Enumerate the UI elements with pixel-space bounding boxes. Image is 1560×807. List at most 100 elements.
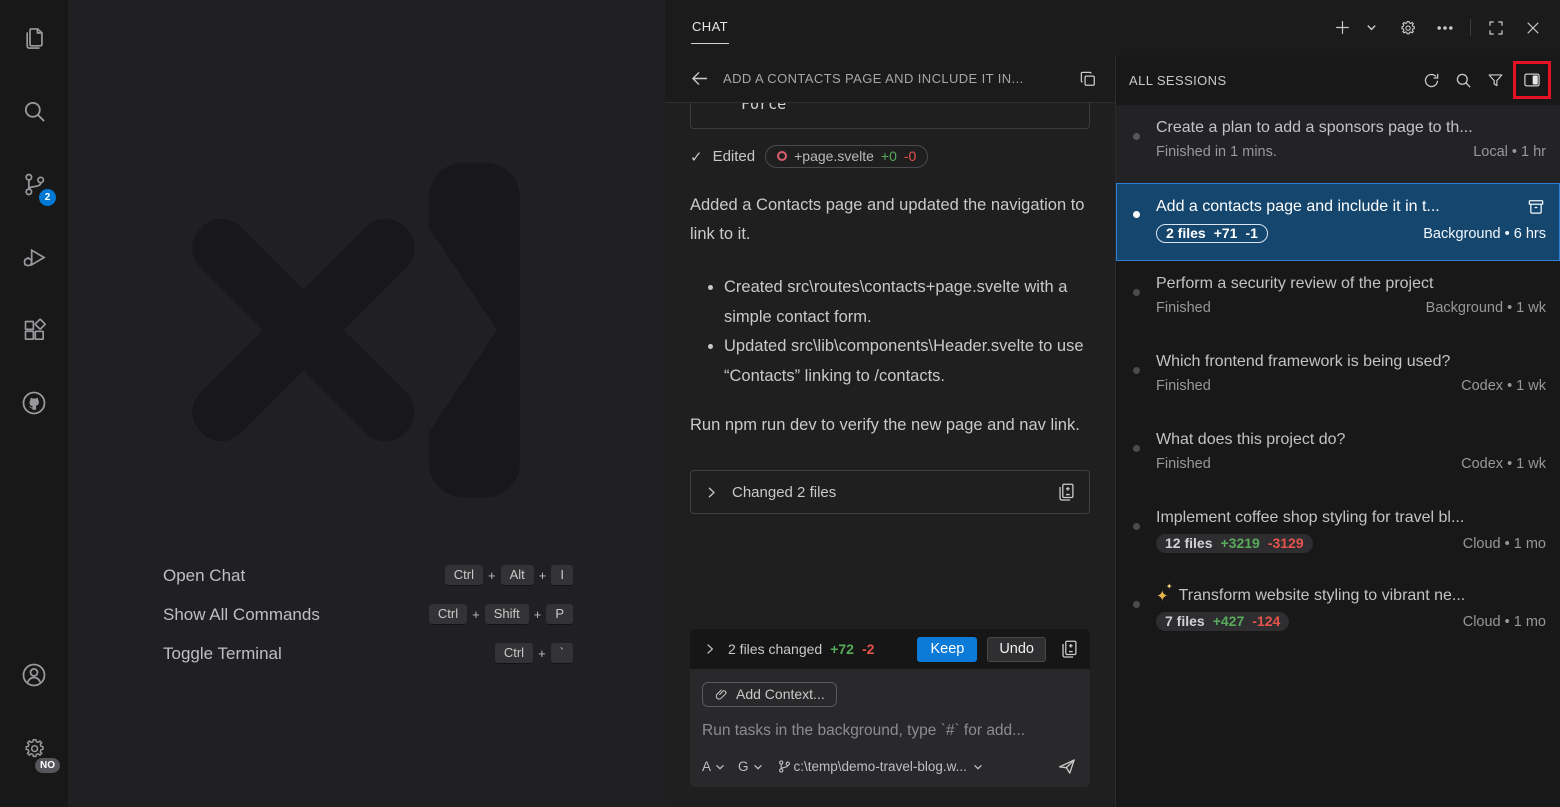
session-row[interactable]: Create a plan to add a sponsors page to …	[1116, 105, 1560, 183]
tab-chat[interactable]: CHAT	[691, 11, 729, 44]
editor-area: Open Chat Ctrl + Alt + I Show All Comman…	[68, 0, 665, 807]
key-chip: Ctrl	[445, 565, 483, 586]
shortcut-label: Show All Commands	[163, 605, 429, 625]
assistant-paragraph: Added a Contacts page and updated the na…	[690, 191, 1090, 249]
session-meta: Codex • 1 wk	[1461, 456, 1546, 472]
shortcut-label: Toggle Terminal	[163, 644, 495, 664]
chat-input-toolbar: A G c:\temp\demo-travel-bl	[702, 755, 1078, 778]
chat-input-field[interactable]: Run tasks in the background, type `#` fo…	[702, 722, 1078, 740]
mode-picker[interactable]: A	[702, 759, 726, 774]
session-status: Finished	[1156, 300, 1211, 316]
shortcut-row: Show All Commands Ctrl + Shift + P	[163, 595, 573, 634]
workspace-picker[interactable]: c:\temp\demo-travel-blog.w...	[777, 759, 984, 774]
shortcut-hints: Open Chat Ctrl + Alt + I Show All Comman…	[163, 556, 573, 673]
chat-settings-gear-icon[interactable]	[1396, 16, 1420, 40]
back-icon[interactable]	[689, 68, 710, 89]
session-status: Finished	[1156, 456, 1211, 472]
bullet-item: Updated src\lib\components\Header.svelte…	[724, 332, 1090, 391]
copy-session-icon[interactable]	[1078, 69, 1098, 89]
code-line: Force	[741, 103, 1077, 117]
chevron-down-icon	[972, 761, 984, 773]
refresh-icon[interactable]	[1418, 67, 1444, 93]
undo-button[interactable]: Undo	[987, 637, 1046, 662]
session-row[interactable]: What does this project do? Finished Code…	[1116, 417, 1560, 495]
pending-changes-label: 2 files changed	[728, 641, 822, 657]
settings-gear-icon[interactable]: NO	[10, 724, 58, 772]
bullet-item: Created src\routes\contacts+page.svelte …	[724, 273, 1090, 332]
session-title: Implement coffee shop styling for travel…	[1156, 509, 1546, 527]
chat-session-header: ADD A CONTACTS PAGE AND INCLUDE IT IN...	[665, 55, 1115, 103]
session-status-dot	[1133, 211, 1140, 218]
key-chip: Ctrl	[429, 604, 467, 625]
chevron-down-icon	[752, 761, 764, 773]
chat-view: ADD A CONTACTS PAGE AND INCLUDE IT IN...…	[665, 55, 1115, 807]
vscode-logo-watermark	[173, 140, 563, 520]
session-status-dot	[1133, 289, 1140, 296]
changed-files-expander[interactable]: Changed 2 files	[690, 470, 1090, 514]
pending-added: +72	[830, 641, 854, 657]
more-actions-icon[interactable]	[1433, 16, 1457, 40]
annotation-red-box	[1513, 61, 1551, 99]
filter-icon[interactable]	[1482, 67, 1508, 93]
lines-added: +0	[881, 148, 897, 164]
session-row[interactable]: Which frontend framework is being used? …	[1116, 339, 1560, 417]
github-icon[interactable]	[10, 379, 58, 427]
new-chat-icon[interactable]	[1330, 16, 1354, 40]
run-debug-icon[interactable]	[10, 233, 58, 281]
add-context-button[interactable]: Add Context...	[702, 682, 837, 707]
model-picker[interactable]: G	[738, 759, 764, 774]
keep-button[interactable]: Keep	[917, 637, 977, 662]
sessions-title: ALL SESSIONS	[1129, 73, 1412, 88]
assistant-paragraph: Run npm run dev to verify the new page a…	[690, 411, 1090, 440]
view-diff-icon[interactable]	[1058, 638, 1080, 660]
session-title: Create a plan to add a sponsors page to …	[1156, 119, 1546, 137]
session-status: Finished	[1156, 378, 1211, 394]
chat-message-area: src\routes\contacts Force ✓ Edited +page…	[665, 103, 1115, 629]
session-title: Transform website styling to vibrant ne.…	[1179, 587, 1546, 605]
shortcut-label: Open Chat	[163, 566, 445, 586]
new-chat-dropdown-icon[interactable]	[1359, 16, 1383, 40]
session-diff-badge: 7 files +427 -124	[1156, 612, 1289, 631]
account-icon[interactable]	[10, 651, 58, 699]
session-meta: Background • 6 hrs	[1423, 226, 1546, 242]
session-row[interactable]: Implement coffee shop styling for travel…	[1116, 495, 1560, 573]
session-meta: Background • 1 wk	[1426, 300, 1546, 316]
chevron-down-icon	[714, 761, 726, 773]
shortcut-row: Open Chat Ctrl + Alt + I	[163, 556, 573, 595]
session-row[interactable]: ✦✦ Transform website styling to vibrant …	[1116, 573, 1560, 651]
send-icon[interactable]	[1055, 755, 1078, 778]
session-status-dot	[1133, 367, 1140, 374]
maximize-panel-icon[interactable]	[1484, 16, 1508, 40]
explorer-icon[interactable]	[10, 14, 58, 62]
paperclip-icon	[714, 687, 729, 702]
edited-file-pill[interactable]: +page.svelte +0 -0	[765, 145, 928, 168]
search-sessions-icon[interactable]	[1450, 67, 1476, 93]
source-control-icon[interactable]: 2	[10, 160, 58, 208]
toggle-layout-icon[interactable]	[1519, 67, 1545, 93]
session-meta: Local • 1 hr	[1473, 144, 1546, 160]
assistant-bullet-list: Created src\routes\contacts+page.svelte …	[690, 273, 1090, 391]
panel-actions	[1330, 16, 1545, 40]
session-title: Add a contacts page and include it in t.…	[1156, 198, 1518, 216]
sparkles-icon: ✦✦	[1156, 587, 1169, 605]
session-diff-badge: 2 files +71 -1	[1156, 224, 1268, 243]
close-panel-icon[interactable]	[1521, 16, 1545, 40]
archive-icon[interactable]	[1526, 197, 1546, 217]
session-row[interactable]: Perform a security review of the project…	[1116, 261, 1560, 339]
view-diff-icon[interactable]	[1055, 481, 1077, 503]
search-icon[interactable]	[10, 87, 58, 135]
settings-no-badge: NO	[35, 758, 60, 773]
check-icon: ✓	[690, 148, 703, 166]
chevron-right-icon	[704, 485, 719, 500]
sessions-header: ALL SESSIONS	[1116, 55, 1560, 105]
edited-file-row: ✓ Edited +page.svelte +0 -0	[690, 145, 1090, 168]
chevron-right-icon[interactable]	[703, 642, 717, 656]
chat-input-widget: 2 files changed +72 -2 Keep Undo	[690, 629, 1090, 787]
pending-removed: -2	[862, 641, 874, 657]
session-row-selected[interactable]: Add a contacts page and include it in t.…	[1116, 183, 1560, 261]
session-meta: Cloud • 1 mo	[1463, 536, 1546, 552]
sessions-view: ALL SESSIONS	[1115, 55, 1560, 807]
session-list: Create a plan to add a sponsors page to …	[1116, 105, 1560, 651]
session-meta: Cloud • 1 mo	[1463, 614, 1546, 630]
extensions-icon[interactable]	[10, 306, 58, 354]
